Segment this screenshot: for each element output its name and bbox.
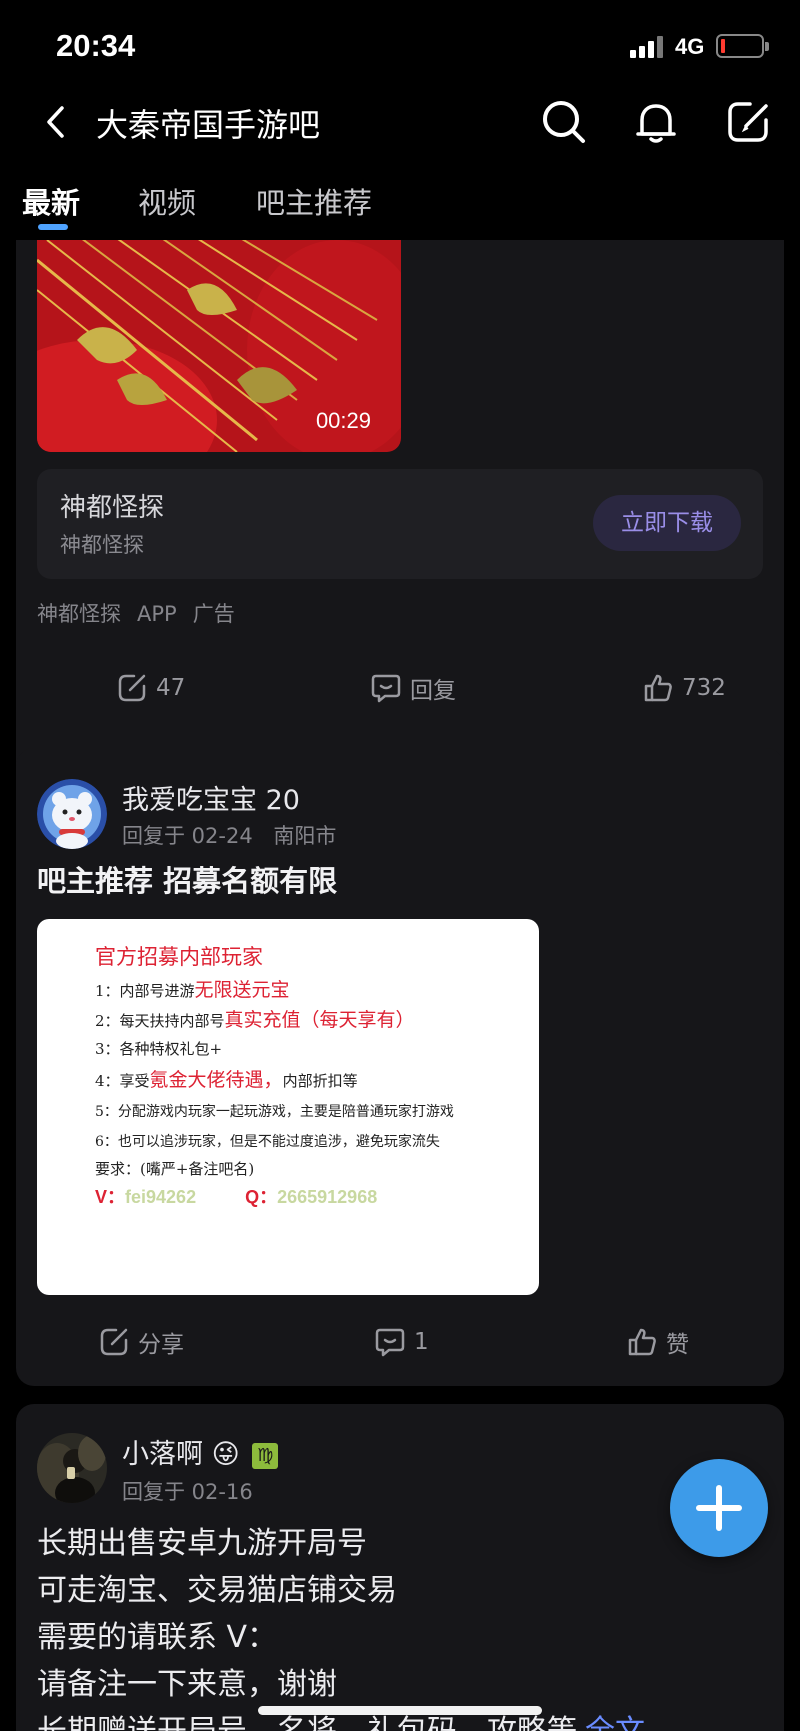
body-line: 请备注一下来意，谢谢: [37, 1667, 337, 1702]
tab-owner-picks[interactable]: 吧主推荐: [256, 180, 372, 222]
status-bar: 20:34 4G: [0, 0, 800, 96]
reply-time: 回复于 02-24: [122, 824, 253, 848]
avatar[interactable]: [37, 1433, 107, 1503]
ad-action-bar: 47 回复 732: [16, 668, 784, 708]
compose-icon[interactable]: [724, 98, 772, 146]
location: 南阳市: [273, 824, 337, 848]
avatar[interactable]: [37, 779, 107, 849]
home-indicator[interactable]: [258, 1706, 542, 1715]
tab-video[interactable]: 视频: [138, 180, 196, 222]
image-line: 4：享受氪金大佬待遇，内部折扣等: [95, 1069, 358, 1091]
body-line: 长期出售安卓九游开局号: [37, 1526, 367, 1561]
signal-icon: [630, 36, 666, 58]
body-line: 可走淘宝、交易猫店铺交易: [37, 1573, 397, 1608]
battery-icon: [716, 34, 769, 58]
reply-label: 回复: [410, 678, 456, 704]
search-icon[interactable]: [540, 98, 588, 146]
share-label: 分享: [138, 1332, 184, 1358]
image-line: 3：各种特权礼包+: [95, 1040, 223, 1058]
plus-icon: [696, 1485, 742, 1531]
tab-latest[interactable]: 最新: [22, 180, 80, 222]
read-more-link[interactable]: 全文: [585, 1714, 645, 1731]
ad-tags: 神都怪探 APP 广告: [37, 598, 251, 628]
image-heading: 官方招募内部玩家: [95, 945, 263, 969]
username[interactable]: 小落啊: [122, 1439, 203, 1470]
image-line: 要求：(嘴严+备注吧名): [95, 1160, 255, 1178]
page-title: 大秦帝国手游吧: [96, 106, 321, 144]
like-label: 赞: [666, 1332, 689, 1358]
share-action[interactable]: 47: [116, 668, 185, 708]
ad-tag: 广告: [192, 602, 235, 626]
post-meta: 回复于 02-24 南阳市: [122, 820, 336, 850]
tab-bar: 最新 视频 吧主推荐: [0, 176, 800, 236]
share-action[interactable]: 分享: [98, 1322, 184, 1362]
top-nav-bar: 大秦帝国手游吧: [0, 90, 800, 154]
app-name: 神都怪探: [60, 493, 165, 523]
username-row: 小落啊 😜 ♍: [122, 1432, 279, 1471]
image-line: 6：也可以追涉玩家，但是不能过度追涉，避免玩家流失: [95, 1134, 440, 1150]
share-count: 47: [156, 675, 186, 701]
share-icon: [118, 674, 146, 702]
zodiac-badge-icon: ♍: [252, 1442, 279, 1469]
image-line: 5：分配游戏内玩家一起玩游戏，主要是陪普通玩家打游戏: [95, 1104, 454, 1120]
username[interactable]: 我爱吃宝宝 20: [122, 778, 300, 817]
like-count: 732: [682, 675, 726, 701]
post-body[interactable]: 长期出售安卓九游开局号 可走淘宝、交易猫店铺交易 需要的请联系 V： 请备注一下…: [37, 1520, 645, 1731]
image-line: 2：每天扶持内部号真实充值（每天享有）: [95, 1009, 415, 1031]
back-icon[interactable]: [38, 102, 78, 142]
comment-icon: [371, 674, 401, 703]
reply-action[interactable]: 回复: [370, 668, 456, 708]
new-post-button[interactable]: [670, 1459, 768, 1557]
post-title[interactable]: 吧主推荐 招募名额有限: [37, 858, 337, 900]
comment-icon: [375, 1328, 405, 1357]
thumbs-up-icon: [628, 1328, 656, 1356]
app-subtitle: 神都怪探: [60, 533, 144, 557]
video-thumbnail[interactable]: 00:29: [37, 240, 401, 452]
reply-action[interactable]: 1: [374, 1322, 429, 1362]
post-image[interactable]: 官方招募内部玩家 1：内部号进游无限送元宝 2：每天扶持内部号真实充值（每天享有…: [37, 919, 539, 1295]
ad-tag: APP: [137, 602, 177, 626]
image-line: 1：内部号进游无限送元宝: [95, 979, 290, 1001]
ad-tag: 神都怪探: [37, 602, 121, 626]
status-time: 20:34: [56, 28, 136, 63]
video-duration: 00:29: [315, 408, 371, 433]
app-download-box[interactable]: 神都怪探 神都怪探 立即下载: [37, 469, 763, 579]
image-contact: V：fei94262 Q：2665912968: [95, 1187, 378, 1207]
bell-icon[interactable]: [632, 98, 680, 146]
thumbs-up-icon: [644, 674, 672, 702]
post-action-bar: 分享 1 赞: [16, 1322, 784, 1362]
tab-indicator: [38, 224, 68, 230]
like-action[interactable]: 赞: [626, 1322, 689, 1362]
emoji-icon: 😜: [211, 1439, 240, 1470]
like-action[interactable]: 732: [642, 668, 726, 708]
post-card[interactable]: 小落啊 😜 ♍ 回复于 02-16 长期出售安卓九游开局号 可走淘宝、交易猫店铺…: [16, 1404, 784, 1731]
reply-time: 回复于 02-16: [122, 1480, 253, 1504]
share-icon: [100, 1328, 128, 1356]
network-label: 4G: [675, 34, 705, 59]
reply-count: 1: [414, 1329, 429, 1355]
download-button[interactable]: 立即下载: [593, 495, 741, 551]
post-card[interactable]: 我爱吃宝宝 20 回复于 02-24 南阳市 吧主推荐 招募名额有限 官方招募内…: [16, 748, 784, 1386]
body-line: 需要的请联系 V：: [37, 1620, 278, 1655]
